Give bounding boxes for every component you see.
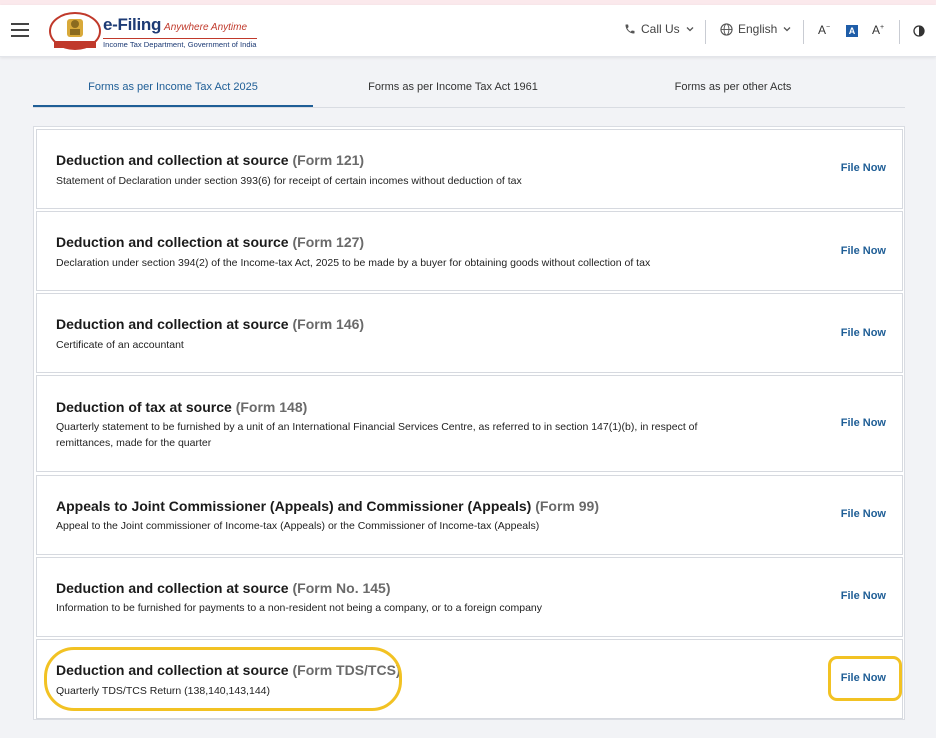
form-card: Deduction and collection at source (Form… xyxy=(36,557,903,637)
form-description: Certificate of an accountant xyxy=(56,339,184,351)
form-code: (Form 121) xyxy=(292,152,365,168)
emblem-logo-icon xyxy=(49,12,101,50)
contrast-icon[interactable] xyxy=(913,25,925,37)
form-code: (Form 127) xyxy=(292,234,365,250)
form-description: Declaration under section 394(2) of the … xyxy=(56,257,651,269)
form-description: Quarterly TDS/TCS Return (138,140,143,14… xyxy=(56,685,270,697)
font-increase-button[interactable]: A+ xyxy=(872,23,884,37)
font-increase-label: A xyxy=(872,23,881,37)
form-card: Deduction of tax at source (Form 148) Qu… xyxy=(36,375,903,472)
call-us-label: Call Us xyxy=(641,22,680,36)
chevron-down-icon xyxy=(783,27,791,32)
file-now-button[interactable]: File Now xyxy=(841,590,886,602)
chevron-down-icon xyxy=(686,27,694,32)
form-description: Appeal to the Joint commissioner of Inco… xyxy=(56,520,540,532)
form-title-text: Deduction and collection at source xyxy=(56,152,289,168)
form-code: (Form TDS/TCS) xyxy=(292,662,401,678)
form-title: Deduction and collection at source (Form… xyxy=(56,234,364,250)
file-now-button[interactable]: File Now xyxy=(841,245,886,257)
form-title: Deduction and collection at source (Form… xyxy=(56,152,364,168)
form-title: Deduction and collection at source (Form… xyxy=(56,316,364,332)
header-divider xyxy=(803,20,804,44)
logo-title: e-Filing Anywhere Anytime xyxy=(103,15,247,35)
file-now-button[interactable]: File Now xyxy=(841,327,886,339)
form-title: Deduction and collection at source (Form… xyxy=(56,580,391,596)
hamburger-menu-icon[interactable] xyxy=(11,23,29,37)
font-decrease-label: A xyxy=(818,23,827,37)
font-decrease-button[interactable]: A− xyxy=(818,23,830,37)
form-code: (Form No. 145) xyxy=(292,580,391,596)
header-divider xyxy=(705,20,706,44)
file-now-button[interactable]: File Now xyxy=(841,162,886,174)
form-code: (Form 146) xyxy=(292,316,365,332)
form-title: Deduction and collection at source (Form… xyxy=(56,662,401,678)
form-title: Appeals to Joint Commissioner (Appeals) … xyxy=(56,498,599,514)
font-normal-button[interactable]: A xyxy=(846,25,858,37)
form-title: Deduction of tax at source (Form 148) xyxy=(56,399,307,415)
tab-income-tax-act-2025[interactable]: Forms as per Income Tax Act 2025 xyxy=(33,76,313,107)
form-title-text: Deduction and collection at source xyxy=(56,234,289,250)
form-title-text: Deduction and collection at source xyxy=(56,580,289,596)
form-card: Appeals to Joint Commissioner (Appeals) … xyxy=(36,475,903,555)
form-title-text: Deduction of tax at source xyxy=(56,399,232,415)
tab-income-tax-act-1961[interactable]: Forms as per Income Tax Act 1961 xyxy=(313,76,593,107)
form-title-text: Deduction and collection at source xyxy=(56,662,289,678)
form-code: (Form 148) xyxy=(235,399,308,415)
call-us-dropdown[interactable]: Call Us xyxy=(624,22,695,36)
form-description: Quarterly statement to be furnished by a… xyxy=(56,421,698,449)
phone-icon xyxy=(625,24,635,34)
file-now-button[interactable]: File Now xyxy=(841,417,886,429)
site-header: e-Filing Anywhere Anytime Income Tax Depa… xyxy=(0,5,936,57)
logo-tagline: Anywhere Anytime xyxy=(164,22,248,33)
form-code: (Form 99) xyxy=(535,498,599,514)
language-label: English xyxy=(738,22,778,36)
language-dropdown[interactable]: English xyxy=(720,22,792,36)
form-card: Deduction and collection at source (Form… xyxy=(36,639,903,719)
form-description: Information to be furnished for payments… xyxy=(56,602,543,614)
form-title-text: Appeals to Joint Commissioner (Appeals) … xyxy=(56,498,532,514)
file-now-button[interactable]: File Now xyxy=(841,672,886,684)
form-title-text: Deduction and collection at source xyxy=(56,316,289,332)
globe-icon xyxy=(720,22,733,36)
logo-subtitle: Income Tax Department, Government of Ind… xyxy=(103,38,257,49)
header-divider xyxy=(899,20,900,44)
tab-other-acts[interactable]: Forms as per other Acts xyxy=(593,76,873,107)
file-now-button[interactable]: File Now xyxy=(841,508,886,520)
efiling-logo[interactable]: e-Filing Anywhere Anytime Income Tax Depa… xyxy=(46,11,257,53)
form-card: Deduction and collection at source (Form… xyxy=(36,211,903,291)
forms-tabs: Forms as per Income Tax Act 2025 Forms a… xyxy=(33,76,905,108)
form-card: Deduction and collection at source (Form… xyxy=(36,293,903,373)
form-description: Statement of Declaration under section 3… xyxy=(56,175,522,187)
logo-title-text: e-Filing xyxy=(103,15,162,34)
form-card: Deduction and collection at source (Form… xyxy=(36,129,903,209)
